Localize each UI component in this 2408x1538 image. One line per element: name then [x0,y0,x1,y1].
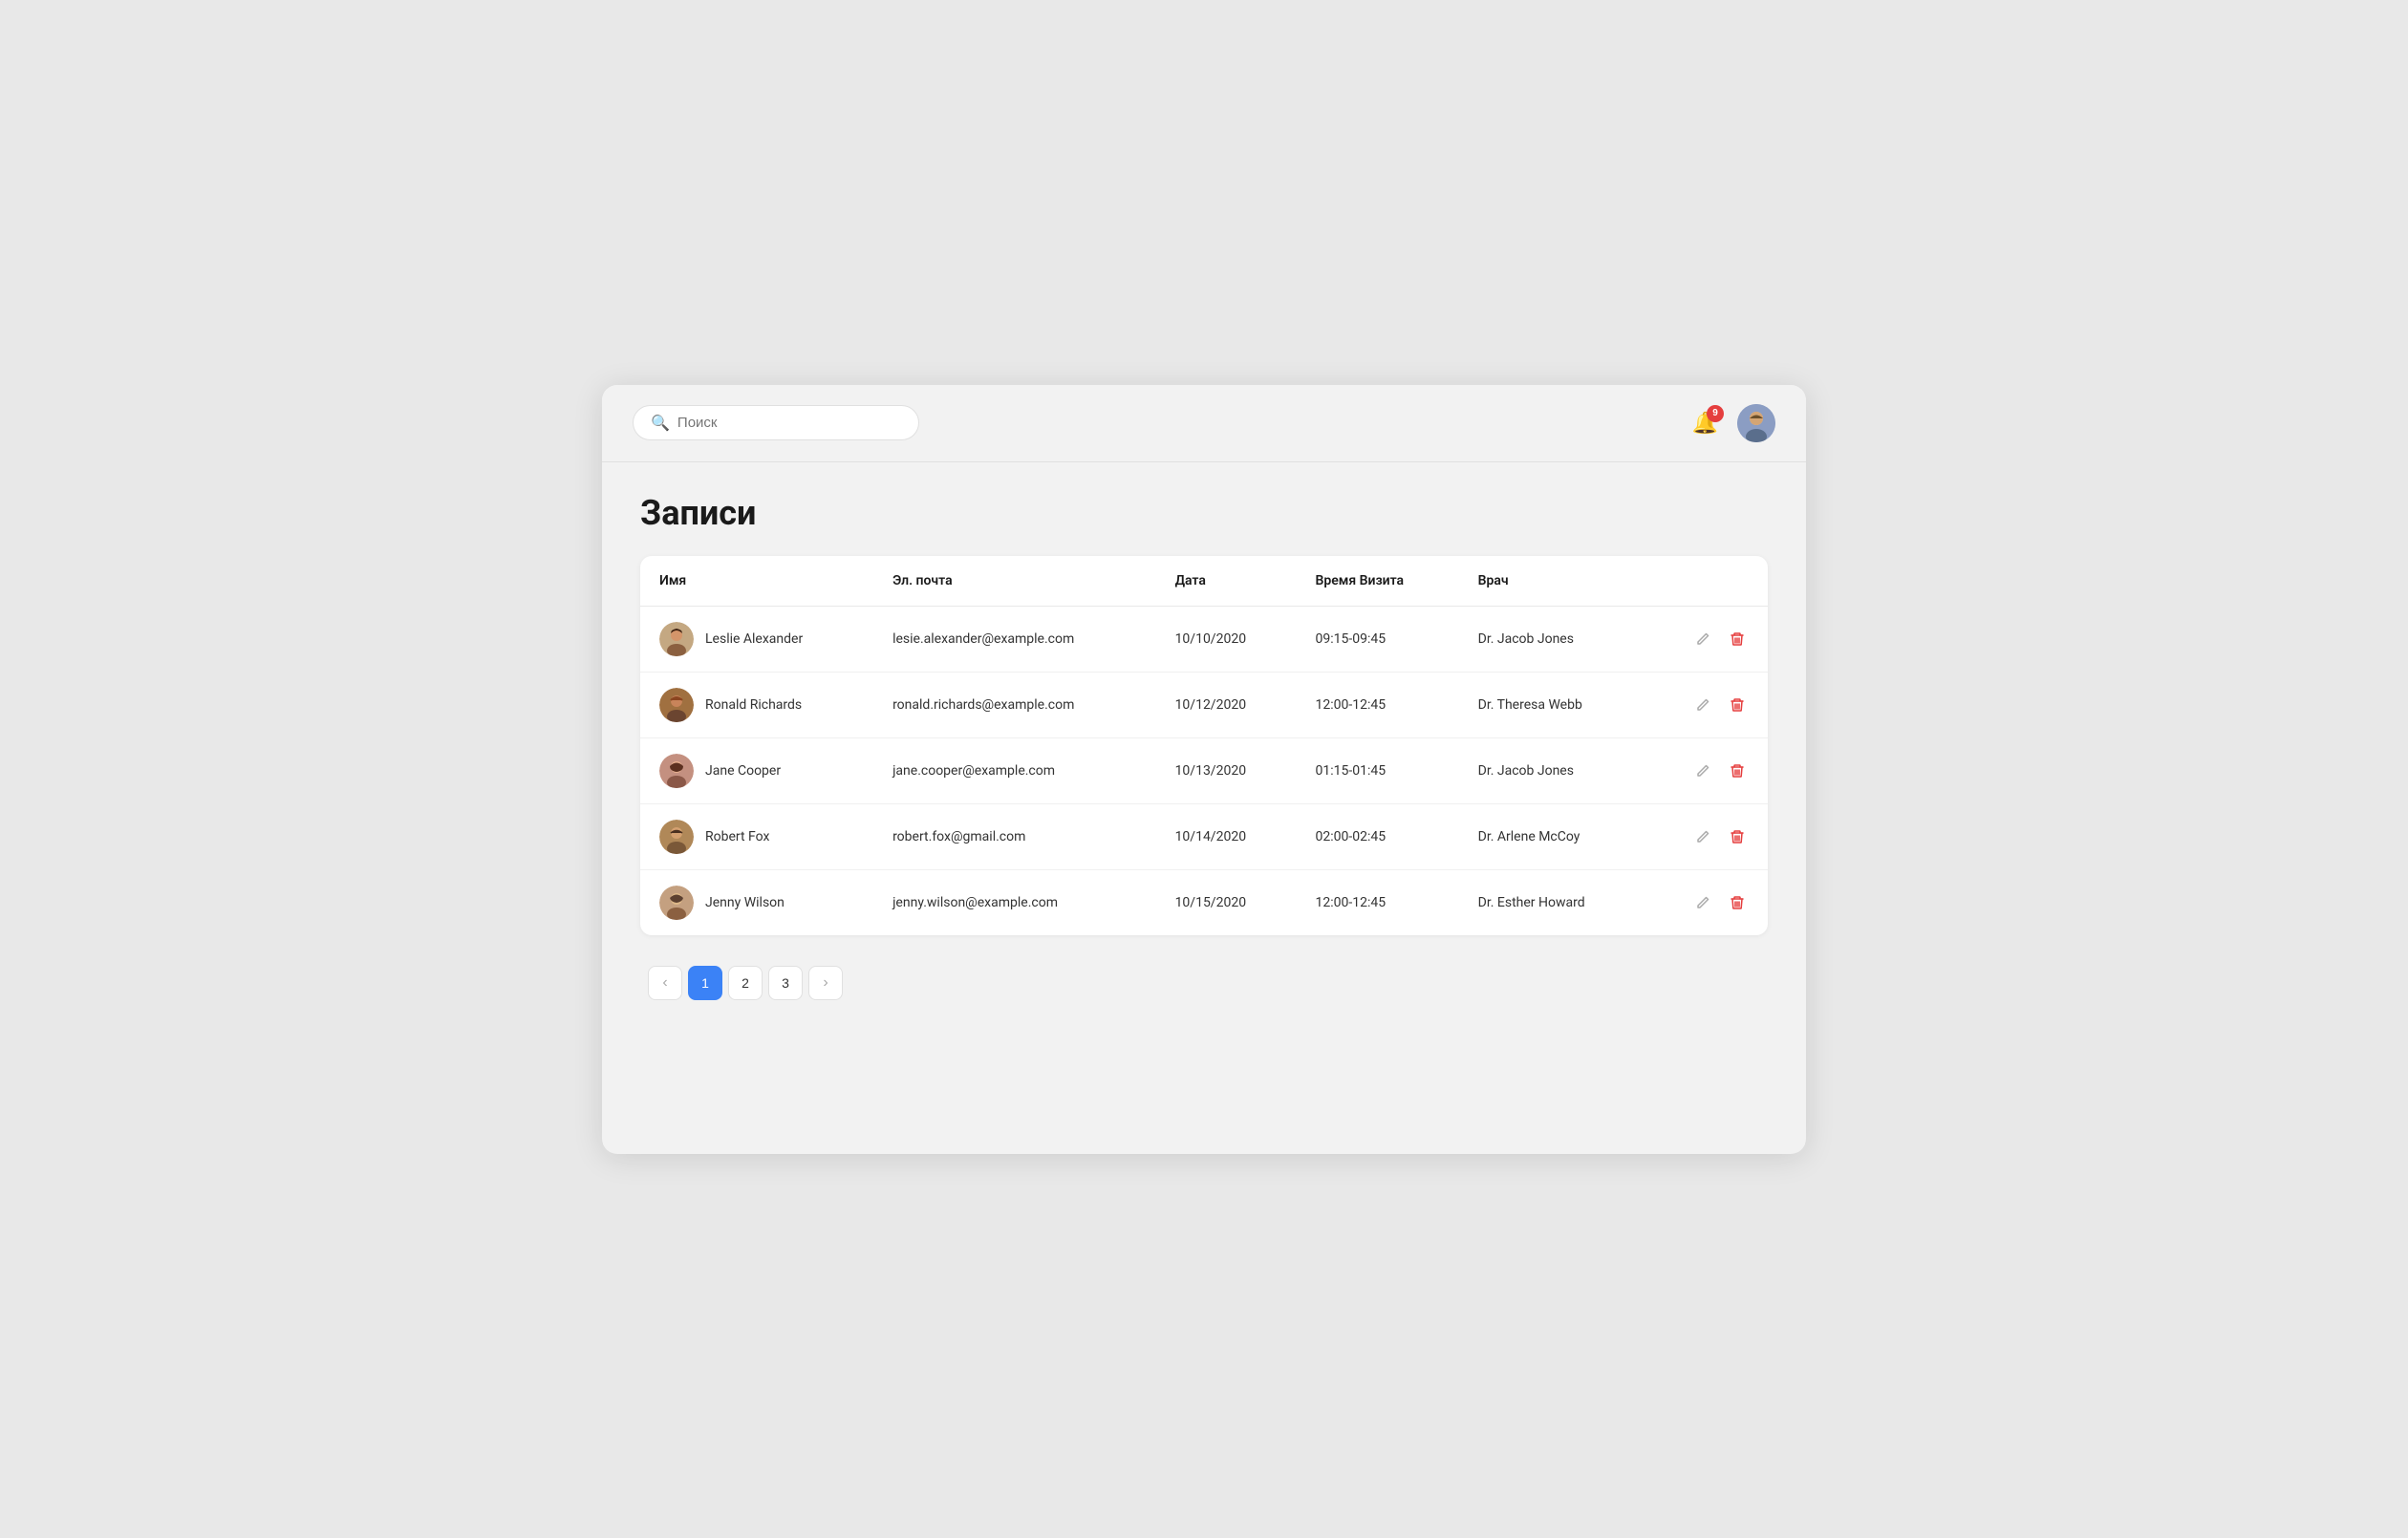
cell-name-2: Ronald Richards [640,672,873,737]
table-row: Jane Cooper jane.cooper@example.com 10/1… [640,737,1768,803]
col-header-date: Дата [1156,556,1297,607]
pagination-page-1[interactable]: 1 [688,966,722,1000]
page-title: Записи [640,493,1768,533]
cell-name-4: Robert Fox [640,803,873,869]
delete-button-4[interactable] [1726,825,1749,848]
cell-time-1: 09:15-09:45 [1296,606,1458,672]
row-avatar-3 [659,754,694,788]
cell-date-2: 10/12/2020 [1156,672,1297,737]
cell-email-2: ronald.richards@example.com [873,672,1155,737]
pagination: ‹ 1 2 3 › [640,966,1768,1008]
row-avatar-5 [659,886,694,920]
cell-name-1: Leslie Alexander [640,606,873,672]
table-row: Ronald Richards ronald.richards@example.… [640,672,1768,737]
header: 🔍 🔔 9 [602,385,1806,462]
cell-doctor-1: Dr. Jacob Jones [1459,606,1645,672]
table-row: Robert Fox robert.fox@gmail.com 10/14/20… [640,803,1768,869]
col-header-name: Имя [640,556,873,607]
records-table-container: Имя Эл. почта Дата Время Визита Врач [640,556,1768,935]
cell-date-4: 10/14/2020 [1156,803,1297,869]
delete-icon-1 [1730,631,1745,647]
name-text-1: Leslie Alexander [705,631,803,647]
app-container: 🔍 🔔 9 Записи [602,385,1806,1154]
cell-actions-1 [1645,606,1768,672]
notification-button[interactable]: 🔔 9 [1688,407,1722,439]
cell-time-3: 01:15-01:45 [1296,737,1458,803]
header-right: 🔔 9 [1688,404,1775,442]
col-header-email: Эл. почта [873,556,1155,607]
row-avatar-2 [659,688,694,722]
cell-time-5: 12:00-12:45 [1296,869,1458,935]
edit-button-1[interactable] [1691,628,1714,651]
cell-doctor-3: Dr. Jacob Jones [1459,737,1645,803]
cell-actions-2 [1645,672,1768,737]
cell-name-5: Jenny Wilson [640,869,873,935]
cell-actions-4 [1645,803,1768,869]
cell-time-4: 02:00-02:45 [1296,803,1458,869]
edit-icon-1 [1695,631,1710,647]
edit-icon-4 [1695,829,1710,844]
pagination-page-2[interactable]: 2 [728,966,763,1000]
table-header-row: Имя Эл. почта Дата Время Визита Врач [640,556,1768,607]
cell-date-3: 10/13/2020 [1156,737,1297,803]
pagination-page-3[interactable]: 3 [768,966,803,1000]
cell-actions-5 [1645,869,1768,935]
row-avatar-4 [659,820,694,854]
edit-button-3[interactable] [1691,759,1714,782]
pagination-next[interactable]: › [808,966,843,1000]
edit-icon-3 [1695,763,1710,779]
cell-doctor-2: Dr. Theresa Webb [1459,672,1645,737]
col-header-doctor: Врач [1459,556,1645,607]
cell-date-1: 10/10/2020 [1156,606,1297,672]
delete-button-5[interactable] [1726,891,1749,914]
search-input[interactable] [677,415,901,431]
main-content: Записи Имя Эл. почта Дата Время Визита В… [602,462,1806,1154]
edit-button-4[interactable] [1691,825,1714,848]
notification-badge: 9 [1707,405,1724,422]
name-text-3: Jane Cooper [705,763,781,779]
delete-icon-3 [1730,763,1745,779]
edit-button-2[interactable] [1691,694,1714,716]
col-header-actions [1645,556,1768,607]
search-icon: 🔍 [651,414,670,432]
pagination-prev[interactable]: ‹ [648,966,682,1000]
records-table: Имя Эл. почта Дата Время Визита Врач [640,556,1768,935]
delete-button-2[interactable] [1726,694,1749,716]
user-avatar[interactable] [1737,404,1775,442]
cell-actions-3 [1645,737,1768,803]
name-text-2: Ronald Richards [705,697,802,713]
row-avatar-1 [659,622,694,656]
search-bar: 🔍 [633,405,919,440]
cell-time-2: 12:00-12:45 [1296,672,1458,737]
cell-email-1: lesie.alexander@example.com [873,606,1155,672]
cell-email-5: jenny.wilson@example.com [873,869,1155,935]
cell-doctor-4: Dr. Arlene McCoy [1459,803,1645,869]
col-header-time: Время Визита [1296,556,1458,607]
delete-icon-5 [1730,895,1745,910]
name-text-5: Jenny Wilson [705,895,785,910]
cell-doctor-5: Dr. Esther Howard [1459,869,1645,935]
delete-button-3[interactable] [1726,759,1749,782]
edit-icon-5 [1695,895,1710,910]
edit-icon-2 [1695,697,1710,713]
cell-name-3: Jane Cooper [640,737,873,803]
cell-email-4: robert.fox@gmail.com [873,803,1155,869]
cell-date-5: 10/15/2020 [1156,869,1297,935]
cell-email-3: jane.cooper@example.com [873,737,1155,803]
delete-icon-4 [1730,829,1745,844]
table-row: Jenny Wilson jenny.wilson@example.com 10… [640,869,1768,935]
table-row: Leslie Alexander lesie.alexander@example… [640,606,1768,672]
name-text-4: Robert Fox [705,829,769,844]
delete-icon-2 [1730,697,1745,713]
delete-button-1[interactable] [1726,628,1749,651]
edit-button-5[interactable] [1691,891,1714,914]
